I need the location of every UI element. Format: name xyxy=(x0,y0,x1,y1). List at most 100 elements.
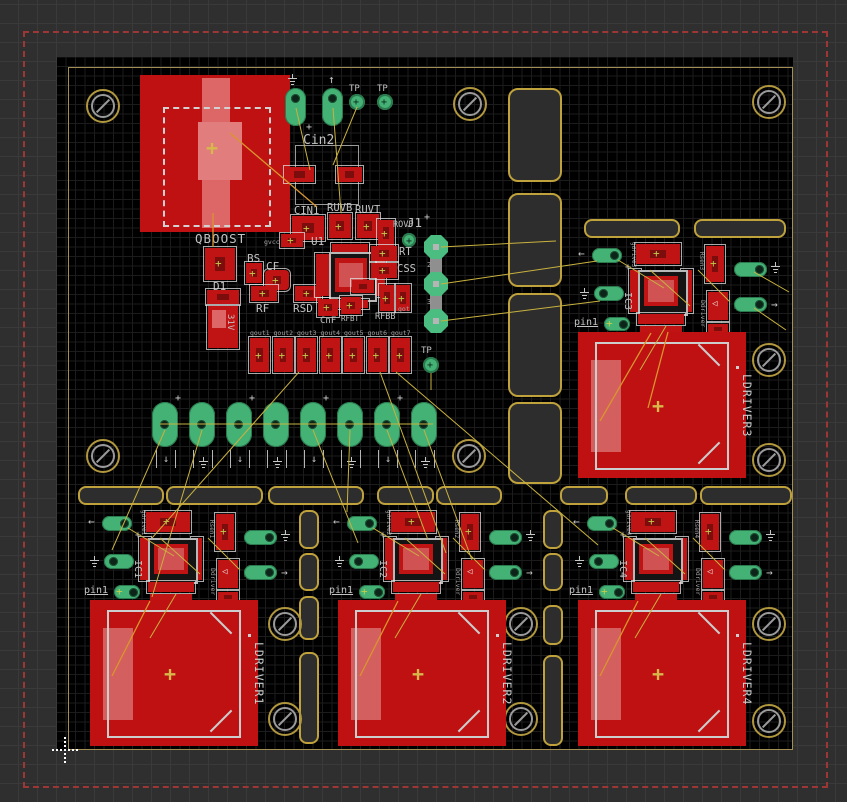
milling-slot[interactable] xyxy=(625,486,697,505)
ruvt[interactable]: + xyxy=(357,214,379,238)
gout-resistor[interactable]: + xyxy=(321,338,340,372)
cap-pad[interactable] xyxy=(189,402,215,447)
cap-pad[interactable] xyxy=(489,530,522,545)
gvcc-cap[interactable]: + xyxy=(281,234,303,247)
cap-pad[interactable] xyxy=(349,554,379,569)
cap-pad[interactable] xyxy=(587,516,617,531)
cap-pad[interactable] xyxy=(589,554,619,569)
cap-pad[interactable] xyxy=(729,530,762,545)
rsen-resistor[interactable]: + xyxy=(706,246,724,282)
testpoint-pad[interactable] xyxy=(423,357,439,373)
driver-ic-cluster[interactable]: + pin1 + gdrive1 + IC1 Rsen1 + Ddriver + xyxy=(88,508,288,608)
ldriver-power-pad[interactable]: + LDRIVER4 xyxy=(578,600,746,746)
mounting-hole[interactable] xyxy=(452,439,486,473)
gout-resistor[interactable]: + xyxy=(250,338,269,372)
milling-slot[interactable] xyxy=(436,486,502,505)
milling-slot[interactable] xyxy=(543,510,563,549)
milling-slot[interactable] xyxy=(299,596,319,640)
milling-slot[interactable] xyxy=(377,486,434,505)
rt[interactable]: + xyxy=(371,246,397,261)
gate-driver-chip[interactable]: gdrive4 + IC4 xyxy=(625,508,689,604)
mounting-hole[interactable] xyxy=(86,439,120,473)
j1-pad[interactable] xyxy=(424,235,448,259)
cap-pad[interactable] xyxy=(244,530,277,545)
pin1-pad[interactable]: + xyxy=(359,585,385,599)
milling-slot[interactable] xyxy=(543,605,563,645)
gout-resistor[interactable]: + xyxy=(391,338,410,372)
ruvb[interactable]: + xyxy=(329,214,351,238)
pin1-pad[interactable]: + xyxy=(599,585,625,599)
j1-pad[interactable] xyxy=(424,272,448,296)
via-pad[interactable] xyxy=(402,233,416,247)
milling-slot[interactable] xyxy=(694,219,786,238)
gate-driver-chip[interactable]: gdrive1 + IC1 xyxy=(140,508,204,604)
ldriver-power-pad[interactable]: + LDRIVER3 xyxy=(578,332,746,478)
ddriver-diode[interactable] xyxy=(703,560,723,588)
milling-slot[interactable] xyxy=(268,486,364,505)
milling-slot[interactable] xyxy=(166,486,263,505)
gate-driver-chip[interactable]: gdrive2 + IC2 xyxy=(385,508,449,604)
mounting-hole[interactable] xyxy=(268,607,302,641)
milling-slot[interactable] xyxy=(560,486,608,505)
rfbt[interactable]: + xyxy=(341,297,361,314)
cap-pad[interactable] xyxy=(411,402,437,447)
ldriver-power-pad[interactable]: + LDRIVER1 xyxy=(90,600,258,746)
cap-pad[interactable] xyxy=(592,248,622,263)
cap-pad[interactable] xyxy=(263,402,289,447)
milling-slot[interactable] xyxy=(508,402,562,484)
mounting-hole[interactable] xyxy=(268,702,302,736)
pin1-pad[interactable]: + xyxy=(114,585,140,599)
rsen-resistor[interactable]: + xyxy=(461,514,479,550)
milling-slot[interactable] xyxy=(584,219,680,238)
milling-slot[interactable] xyxy=(508,193,562,287)
milling-slot[interactable] xyxy=(299,510,319,549)
cap-pad[interactable] xyxy=(322,88,343,126)
testpoint-pad[interactable] xyxy=(349,94,365,110)
milling-slot[interactable] xyxy=(700,486,792,505)
gate-driver-chip[interactable]: gdrive3 + IC3 xyxy=(630,240,694,336)
cap-pad[interactable] xyxy=(594,286,624,301)
cap-pad[interactable] xyxy=(489,565,522,580)
milling-slot[interactable] xyxy=(78,486,164,505)
cap-pad[interactable] xyxy=(734,262,767,277)
cap-pad[interactable] xyxy=(244,565,277,580)
rf[interactable]: + xyxy=(251,286,277,301)
milling-slot[interactable] xyxy=(508,293,562,397)
pin1-pad[interactable]: + xyxy=(604,317,630,331)
gout-resistor[interactable]: + xyxy=(297,338,316,372)
rsen-resistor[interactable]: + xyxy=(216,514,234,550)
cap-pad[interactable] xyxy=(152,402,178,447)
milling-slot[interactable] xyxy=(299,553,319,591)
mounting-hole[interactable] xyxy=(752,443,786,477)
cap-pad[interactable] xyxy=(226,402,252,447)
mounting-hole[interactable] xyxy=(453,87,487,121)
driver-ic-cluster[interactable]: + pin1 + gdrive2 + IC2 Rsen2 + Ddriver + xyxy=(333,508,533,608)
ddriver-diode[interactable] xyxy=(463,560,483,588)
cap-pad[interactable] xyxy=(347,516,377,531)
milling-slot[interactable] xyxy=(543,553,563,591)
mounting-hole[interactable] xyxy=(86,89,120,123)
qboost-transformer[interactable]: + xyxy=(140,75,290,232)
cap-pad[interactable] xyxy=(337,402,363,447)
driver-ic-cluster[interactable]: + pin1 + gdrive3 + IC3 Rsen3 + Ddriver + xyxy=(578,240,778,340)
gout-resistor[interactable]: + xyxy=(274,338,293,372)
milling-slot[interactable] xyxy=(543,655,563,746)
milling-slot[interactable] xyxy=(299,652,319,744)
cap-pad[interactable] xyxy=(734,297,767,312)
milling-slot[interactable] xyxy=(508,88,562,182)
mounting-hole[interactable] xyxy=(504,702,538,736)
cap-pad[interactable] xyxy=(102,516,132,531)
rfbb[interactable]: + xyxy=(380,285,394,311)
css[interactable]: + xyxy=(371,263,397,278)
mounting-hole[interactable] xyxy=(752,85,786,119)
rsen-resistor[interactable]: + xyxy=(701,514,719,550)
testpoint-pad[interactable] xyxy=(377,94,393,110)
d1-body[interactable]: 31V xyxy=(208,306,238,348)
rovp[interactable]: + xyxy=(378,220,394,246)
cap-pad[interactable] xyxy=(300,402,326,447)
ldriver-power-pad[interactable]: + LDRIVER2 xyxy=(338,600,506,746)
gout-resistor[interactable]: + xyxy=(344,338,363,372)
qboost-switch[interactable]: + xyxy=(205,248,235,280)
cap-pad[interactable] xyxy=(729,565,762,580)
cap-pad[interactable] xyxy=(374,402,400,447)
